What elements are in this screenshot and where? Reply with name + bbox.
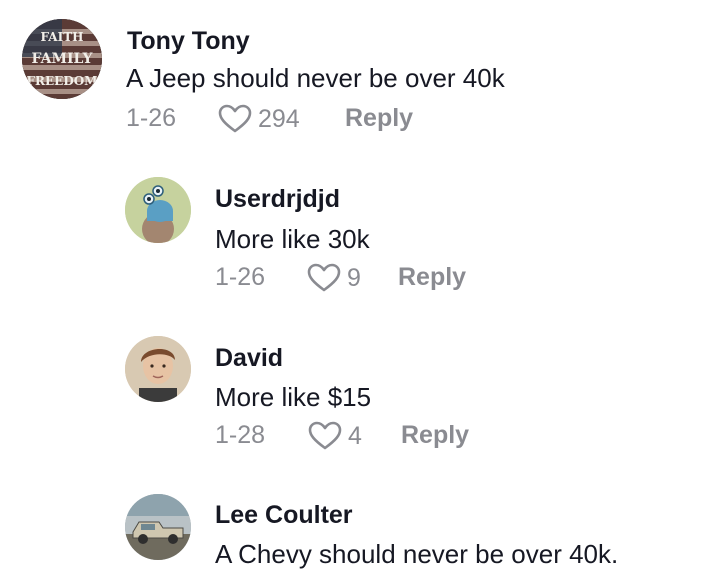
comment-text: A Jeep should never be over 40k xyxy=(126,63,505,93)
comment-username[interactable]: David xyxy=(215,344,283,373)
heart-icon xyxy=(218,104,252,133)
comment-meta: 1-26 9 Reply xyxy=(215,263,575,297)
comment-date: 1-26 xyxy=(126,104,177,132)
avatar[interactable] xyxy=(125,494,191,560)
avatar-flag-image: FAITH FAMILY FREEDOM xyxy=(22,19,102,99)
svg-text:FREEDOM: FREEDOM xyxy=(27,74,98,88)
comment-username[interactable]: Lee Coulter xyxy=(215,501,353,530)
reply-button[interactable]: Reply xyxy=(401,421,469,450)
avatar[interactable] xyxy=(125,177,191,243)
like-count: 9 xyxy=(347,263,361,292)
heart-icon xyxy=(308,421,342,450)
like-count: 294 xyxy=(258,104,300,133)
comment-text: A Chevy should never be over 40k. xyxy=(215,539,619,569)
comment-text: More like $15 xyxy=(215,382,372,412)
comment-item: Lee Coulter A Chevy should never be over… xyxy=(0,482,708,580)
comment-username[interactable]: Tony Tony xyxy=(127,27,250,56)
avatar[interactable]: FAITH FAMILY FREEDOM xyxy=(22,19,102,99)
comment-item: Userdrjdjd More like 30k 1-26 9 Reply xyxy=(0,165,708,315)
avatar-truck-image xyxy=(125,494,191,560)
heart-icon xyxy=(307,263,341,292)
like-count: 4 xyxy=(348,421,362,450)
comment-text: More like 30k xyxy=(215,224,370,254)
avatar-cartoon-image xyxy=(125,177,191,243)
like-button[interactable]: 4 xyxy=(308,421,362,451)
svg-text:FAMILY: FAMILY xyxy=(32,51,94,67)
avatar[interactable] xyxy=(125,336,191,402)
comment-date: 1-28 xyxy=(215,421,266,449)
reply-button[interactable]: Reply xyxy=(345,104,413,133)
comment-date: 1-26 xyxy=(215,263,266,291)
comment-meta: 1-26 294 Reply xyxy=(126,104,526,138)
comment-item: FAITH FAMILY FREEDOM Tony Tony A Jeep sh… xyxy=(0,0,708,150)
comment-item: David More like $15 1-28 4 Reply xyxy=(0,324,708,474)
avatar-photo-image xyxy=(125,336,191,402)
like-button[interactable]: 294 xyxy=(218,104,300,134)
reply-button[interactable]: Reply xyxy=(398,263,466,292)
svg-text:FAITH: FAITH xyxy=(40,30,83,44)
comment-username[interactable]: Userdrjdjd xyxy=(215,185,340,214)
like-button[interactable]: 9 xyxy=(307,263,361,293)
comment-meta: 1-28 4 Reply xyxy=(215,421,575,455)
